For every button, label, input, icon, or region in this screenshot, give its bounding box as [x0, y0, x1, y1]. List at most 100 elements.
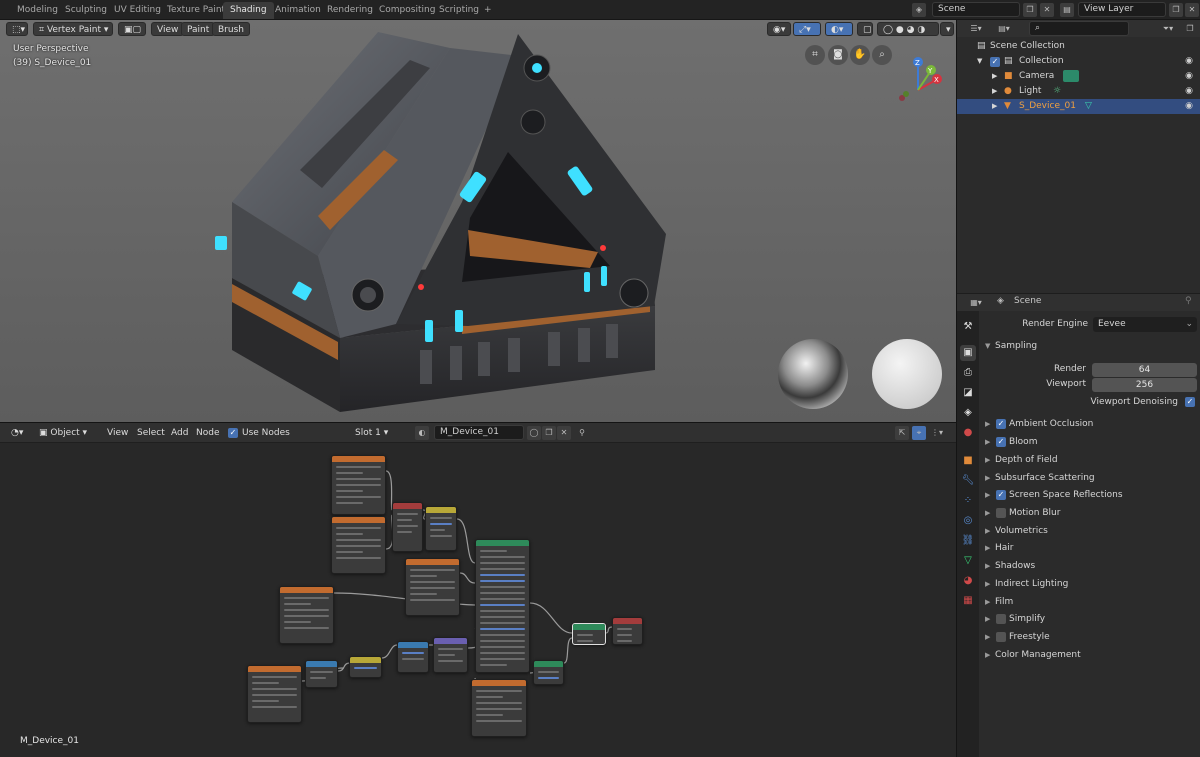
tab-animation[interactable]: Animation	[268, 2, 328, 19]
panel-screen-space-reflections[interactable]: ▶ ✓ Screen Space Reflections	[979, 487, 1200, 504]
new-collection-icon[interactable]: ❐	[1183, 22, 1197, 36]
camera-data-icon[interactable]	[1063, 70, 1079, 82]
output-tab-icon[interactable]: ⎙	[960, 365, 976, 381]
tree-row-camera[interactable]: ▶ ■ Camera ◉	[957, 69, 1200, 84]
tree-row-scene-collection[interactable]: ▤ Scene Collection	[957, 39, 1200, 54]
outliner-editor-type-icon[interactable]: ☰▾	[965, 22, 987, 36]
tree-row-s-device-01[interactable]: ▶ ▼ S_Device_01 ▽ ◉	[957, 99, 1200, 114]
panel-checkbox[interactable]: ✓	[996, 419, 1006, 429]
tree-row-light[interactable]: ▶ ● Light ☼ ◉	[957, 84, 1200, 99]
expand-chevron-icon[interactable]: ▶	[992, 69, 997, 84]
display-mode-icon[interactable]: ▤▾	[993, 22, 1015, 36]
panel-checkbox[interactable]: ✓	[996, 437, 1006, 447]
panel-ambient-occlusion[interactable]: ▶ ✓ Ambient Occlusion	[979, 416, 1200, 433]
bump-node[interactable]	[433, 637, 468, 673]
view-layer-browse-icon[interactable]: ▤	[1060, 3, 1074, 17]
panel-freestyle[interactable]: ▶ Freestyle	[979, 629, 1200, 646]
image-texture-node-2[interactable]	[331, 516, 386, 574]
panel-film[interactable]: ▶ Film	[979, 594, 1200, 611]
image-texture-node-1[interactable]	[331, 455, 386, 515]
emission-node[interactable]	[533, 660, 564, 685]
tab-sculpting[interactable]: Sculpting	[58, 2, 114, 19]
outliner-panel[interactable]: ☰▾ ▤▾ ⌕ ⏷▾ ❐ ▤ Scene Collection ▼ ✓ ▤ Co…	[957, 20, 1200, 293]
scene-browse-icon[interactable]: ◈	[912, 3, 926, 17]
eye-icon[interactable]: ◉	[1184, 86, 1194, 96]
viewport-samples-field[interactable]: 256	[1092, 378, 1197, 392]
panel-depth-of-field[interactable]: ▶ Depth of Field	[979, 452, 1200, 469]
scene-field[interactable]: Scene	[932, 2, 1020, 17]
panel-indirect-lighting[interactable]: ▶ Indirect Lighting	[979, 576, 1200, 593]
pin-icon[interactable]: ⚲	[1185, 296, 1192, 306]
properties-panel[interactable]: ▦▾ ◈ Scene ⚲ ⚒ ▣ ⎙ ◪ ◈ ● ■ 🔧︎ ⁘ ◎ ⛓︎ ▽ ◕…	[957, 294, 1200, 757]
object-tab-icon[interactable]: ■	[960, 453, 976, 469]
modifier-tab-icon[interactable]: 🔧︎	[960, 473, 976, 489]
render-samples-field[interactable]: 64	[1092, 363, 1197, 377]
view-layer-tab-icon[interactable]: ◪	[960, 385, 976, 401]
panel-shadows[interactable]: ▶ Shadows	[979, 558, 1200, 575]
tab-uv-editing[interactable]: UV Editing	[107, 2, 168, 19]
properties-editor-type-icon[interactable]: ▦▾	[965, 296, 987, 310]
expand-chevron-icon[interactable]: ▶	[992, 84, 997, 99]
panel-bloom[interactable]: ▶ ✓ Bloom	[979, 434, 1200, 451]
physics-tab-icon[interactable]: ◎	[960, 513, 976, 529]
delete-scene-icon[interactable]: ✕	[1040, 3, 1054, 17]
scene-tab-icon[interactable]: ◈	[960, 405, 976, 421]
panel-checkbox[interactable]	[996, 508, 1006, 518]
shader-node-editor[interactable]: ◔▾ ▣ Object ▾ View Select Add Node ✓ Use…	[0, 423, 956, 757]
texture-tab-icon[interactable]: ▦	[960, 593, 976, 609]
mix-node[interactable]	[349, 656, 382, 678]
image-texture-node-4[interactable]	[405, 558, 460, 616]
image-texture-node-6[interactable]	[471, 679, 527, 737]
eye-icon[interactable]: ◉	[1184, 71, 1194, 81]
image-texture-node-3[interactable]	[279, 586, 334, 644]
add-workspace-button[interactable]: +	[477, 2, 499, 19]
panel-subsurface-scattering[interactable]: ▶ Subsurface Scattering	[979, 470, 1200, 487]
panel-hair[interactable]: ▶ Hair	[979, 540, 1200, 557]
render-engine-dropdown[interactable]: Eevee ⌄	[1093, 317, 1197, 332]
panel-checkbox[interactable]: ✓	[996, 490, 1006, 500]
tree-row-collection[interactable]: ▼ ✓ ▤ Collection ◉	[957, 54, 1200, 69]
viewport-denoising-checkbox[interactable]: ✓	[1185, 397, 1195, 407]
constraints-tab-icon[interactable]: ⛓︎	[960, 533, 976, 549]
expand-chevron-icon[interactable]: ▼	[977, 54, 982, 69]
add-shader-node[interactable]	[572, 623, 606, 645]
collection-checkbox[interactable]: ✓	[990, 57, 1000, 67]
world-tab-icon[interactable]: ●	[960, 425, 976, 441]
filter-icon[interactable]: ⏷▾	[1157, 22, 1179, 36]
new-scene-icon[interactable]: ❐	[1023, 3, 1037, 17]
3d-viewport[interactable]: ⬚▾ ⌗ Vertex Paint ▾ ▣▢ View Paint Brush …	[0, 20, 956, 422]
tab-modeling[interactable]: Modeling	[10, 2, 65, 19]
outliner-search-input[interactable]: ⌕	[1029, 21, 1129, 36]
math-node[interactable]	[392, 502, 423, 552]
render-tab-icon[interactable]: ▣	[960, 345, 976, 361]
delete-view-layer-icon[interactable]: ✕	[1185, 3, 1199, 17]
panel-color-management[interactable]: ▶ Color Management	[979, 647, 1200, 664]
tab-shading[interactable]: Shading	[223, 2, 274, 19]
new-view-layer-icon[interactable]: ❐	[1169, 3, 1183, 17]
eye-icon[interactable]: ◉	[1184, 56, 1194, 66]
tool-tab-icon[interactable]: ⚒	[960, 319, 976, 335]
material-tab-icon[interactable]: ◕	[960, 573, 976, 589]
panel-checkbox[interactable]	[996, 632, 1006, 642]
light-data-icon[interactable]: ☼	[1053, 84, 1061, 99]
eye-icon[interactable]: ◉	[1184, 101, 1194, 111]
view-layer-field[interactable]: View Layer	[1078, 2, 1166, 17]
principled-bsdf-node[interactable]	[475, 539, 530, 673]
material-output-node[interactable]	[612, 617, 643, 645]
particles-tab-icon[interactable]: ⁘	[960, 493, 976, 509]
panel-sampling[interactable]: ▼ Sampling	[979, 338, 1200, 355]
mesh-data-icon[interactable]: ▽	[1085, 99, 1092, 114]
data-tab-icon[interactable]: ▽	[960, 553, 976, 569]
panel-volumetrics[interactable]: ▶ Volumetrics	[979, 523, 1200, 540]
mapping-node[interactable]	[305, 660, 338, 688]
tab-texture-paint[interactable]: Texture Paint	[160, 2, 232, 19]
color-ramp-node[interactable]	[397, 641, 429, 673]
expand-chevron-icon[interactable]: ▶	[992, 99, 997, 114]
device-model[interactable]	[0, 20, 956, 422]
mix-rgb-node[interactable]	[425, 506, 457, 551]
tab-rendering[interactable]: Rendering	[320, 2, 380, 19]
panel-simplify[interactable]: ▶ Simplify	[979, 611, 1200, 628]
image-texture-node-5[interactable]	[247, 665, 302, 723]
panel-checkbox[interactable]	[996, 614, 1006, 624]
panel-motion-blur[interactable]: ▶ Motion Blur	[979, 505, 1200, 522]
